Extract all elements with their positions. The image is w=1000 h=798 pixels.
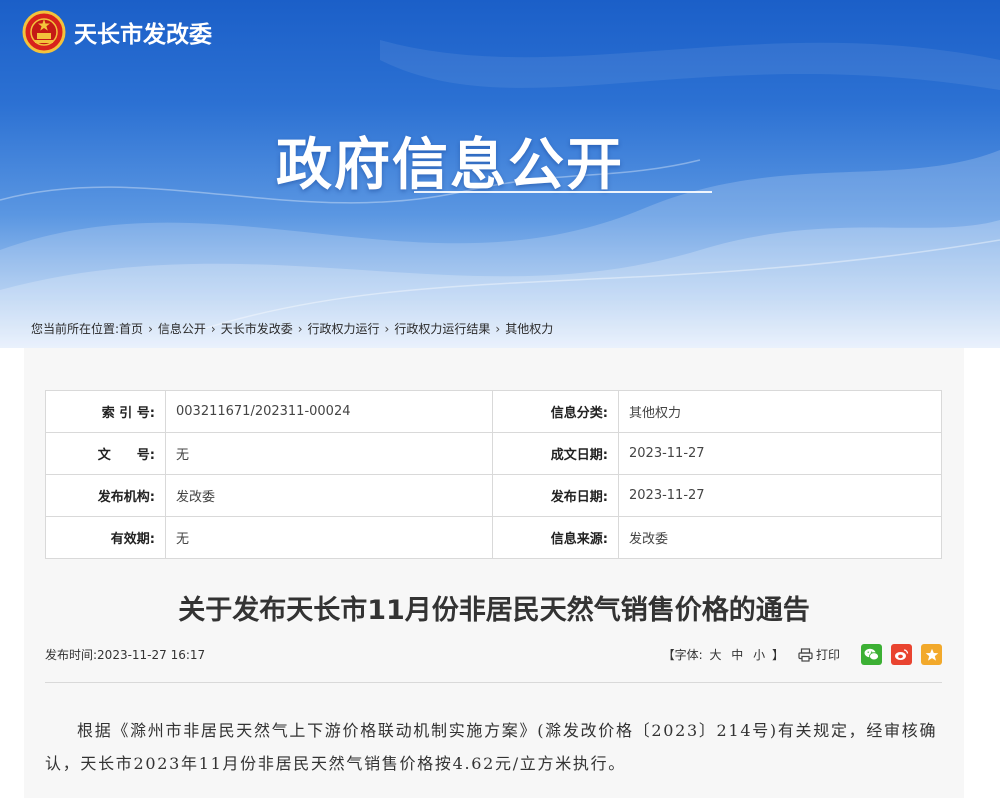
index-no-value: 003211671/202311-00024 — [165, 390, 493, 433]
publish-time: 发布时间:2023-11-27 16:17 — [45, 646, 205, 663]
table-row: 发布机构: 发改委 发布日期: 2023-11-27 — [45, 474, 942, 517]
breadcrumb-info-public[interactable]: 信息公开 — [158, 320, 206, 337]
breadcrumb-separator: › — [148, 321, 153, 336]
share-weibo-button[interactable] — [891, 644, 912, 665]
content-panel: 索 引 号: 003211671/202311-00024 信息分类: 其他权力… — [24, 348, 964, 798]
breadcrumb-home[interactable]: 首页 — [119, 320, 143, 337]
document-meta-table: 索 引 号: 003211671/202311-00024 信息分类: 其他权力… — [45, 390, 942, 559]
national-emblem-icon — [22, 10, 66, 54]
site-logo[interactable]: 天长市发改委 — [22, 10, 212, 54]
table-row: 有效期: 无 信息来源: 发改委 — [45, 516, 942, 559]
breadcrumb: 您当前所在位置: 首页 › 信息公开 › 天长市发改委 › 行政权力运行 › 行… — [31, 320, 553, 337]
article-toolbar: 发布时间:2023-11-27 16:17 【字体: 大 中 小 】 打印 — [45, 644, 942, 666]
breadcrumb-other-power[interactable]: 其他权力 — [505, 320, 553, 337]
publish-time-label: 发布时间: — [45, 648, 98, 662]
doc-no-value: 无 — [165, 432, 493, 475]
source-value: 发改委 — [618, 516, 942, 559]
print-label: 打印 — [815, 648, 840, 662]
print-button[interactable]: 打印 — [798, 646, 840, 663]
share-qzone-button[interactable] — [921, 644, 942, 665]
share-wechat-button[interactable] — [861, 644, 882, 665]
breadcrumb-dept[interactable]: 天长市发改委 — [221, 320, 293, 337]
site-name: 天长市发改委 — [74, 22, 212, 48]
hero-underline — [414, 191, 712, 193]
validity-value: 无 — [165, 516, 493, 559]
source-label: 信息来源: — [492, 516, 619, 559]
breadcrumb-separator: › — [210, 321, 216, 336]
font-size-label: 【字体: — [662, 648, 703, 662]
toolbar-divider — [45, 682, 942, 683]
index-no-label: 索 引 号: — [45, 390, 166, 433]
qzone-star-icon — [925, 648, 938, 661]
wechat-icon — [864, 648, 879, 661]
font-small-button[interactable]: 小 — [753, 648, 765, 662]
font-size-bracket: 】 — [771, 648, 784, 662]
category-label: 信息分类: — [492, 390, 619, 433]
breadcrumb-prefix: 您当前所在位置: — [31, 322, 120, 336]
breadcrumb-admin-result[interactable]: 行政权力运行结果 — [394, 320, 490, 337]
breadcrumb-admin-power[interactable]: 行政权力运行 — [308, 320, 380, 337]
created-date-value: 2023-11-27 — [618, 432, 942, 475]
doc-no-label: 文 号: — [45, 432, 166, 475]
font-medium-button[interactable]: 中 — [731, 648, 743, 662]
font-size-switcher: 【字体: 大 中 小 】 — [663, 646, 784, 663]
header-banner: 天长市发改委 政府信息公开 您当前所在位置: 首页 › 信息公开 › 天长市发改… — [0, 0, 1000, 348]
article-tools: 【字体: 大 中 小 】 打印 — [663, 644, 942, 665]
published-date-value: 2023-11-27 — [618, 474, 942, 517]
publisher-value: 发改委 — [165, 474, 493, 517]
weibo-icon — [895, 649, 909, 660]
created-date-label: 成文日期: — [492, 432, 619, 475]
breadcrumb-separator: › — [384, 321, 390, 336]
publish-time-value: 2023-11-27 16:17 — [97, 648, 206, 662]
breadcrumb-separator: › — [495, 321, 501, 336]
breadcrumb-separator: › — [297, 321, 303, 336]
font-large-button[interactable]: 大 — [709, 648, 721, 662]
table-row: 文 号: 无 成文日期: 2023-11-27 — [45, 432, 942, 475]
article-title: 关于发布天长市11月份非居民天然气销售价格的通告 — [178, 595, 810, 626]
article-body: 根据《滁州市非居民天然气上下游价格联动机制实施方案》(滁发改价格〔2023〕21… — [45, 721, 938, 773]
printer-icon — [798, 647, 813, 662]
category-value: 其他权力 — [618, 390, 942, 433]
publisher-label: 发布机构: — [45, 474, 166, 517]
hero-title: 政府信息公开 — [276, 133, 624, 198]
validity-label: 有效期: — [45, 516, 166, 559]
published-date-label: 发布日期: — [492, 474, 619, 517]
table-row: 索 引 号: 003211671/202311-00024 信息分类: 其他权力 — [45, 390, 942, 433]
